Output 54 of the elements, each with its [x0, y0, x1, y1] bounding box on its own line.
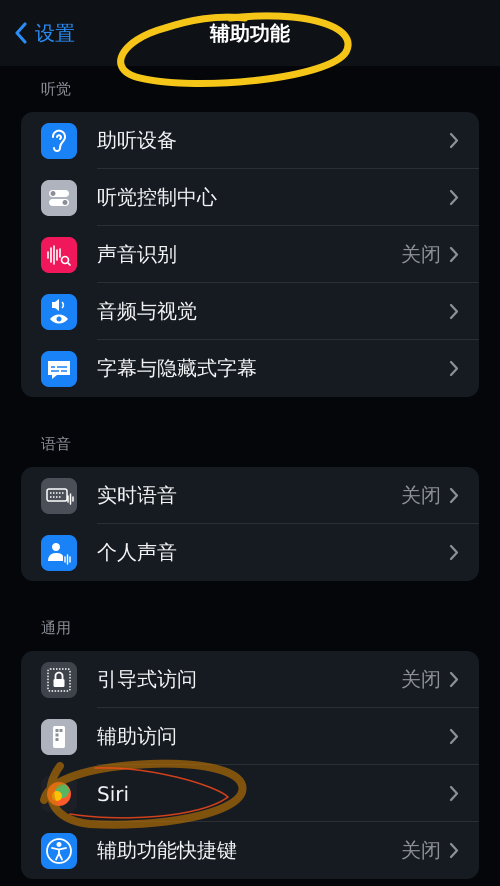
settings-row[interactable]: 音频与视觉	[21, 283, 479, 340]
lock-icon	[41, 662, 77, 698]
row-label: 音频与视觉	[97, 298, 198, 325]
row-label: 声音识别	[97, 241, 178, 268]
chevron-icon	[449, 189, 459, 206]
settings-row[interactable]: 引导式访问 关闭	[21, 651, 479, 708]
waveform-icon	[41, 236, 77, 272]
row-label: 个人声音	[97, 539, 178, 566]
row-value: 关闭	[401, 837, 441, 864]
chevron-icon	[449, 785, 459, 802]
settings-row[interactable]: 辅助访问	[21, 708, 479, 765]
toggles-icon	[41, 180, 77, 216]
settings-row[interactable]: 个人声音	[21, 524, 479, 581]
row-label: 实时语音	[97, 482, 178, 509]
remote-icon	[41, 718, 77, 754]
settings-row[interactable]: 声音识别 关闭	[21, 226, 479, 283]
chevron-icon	[449, 487, 459, 504]
chevron-icon	[449, 132, 459, 149]
chevron-icon	[449, 360, 459, 377]
chevron-icon	[449, 246, 459, 263]
row-label: 辅助访问	[97, 723, 178, 750]
settings-row[interactable]: 辅助功能快捷键 关闭	[21, 822, 479, 879]
settings-row[interactable]: 字幕与隐藏式字幕	[21, 340, 479, 397]
settings-row[interactable]: 实时语音 关闭	[21, 467, 479, 524]
settings-row[interactable]: 助听设备	[21, 112, 479, 169]
row-value: 关闭	[401, 666, 441, 693]
back-button[interactable]: 设置	[10, 20, 79, 46]
chevron-icon	[449, 728, 459, 745]
person-icon	[41, 534, 77, 570]
nav-title: 辅助功能	[210, 20, 290, 46]
row-value: 关闭	[401, 482, 441, 509]
captions-icon	[41, 350, 77, 386]
chevron-icon	[449, 671, 459, 688]
row-value: 关闭	[401, 241, 441, 268]
section-header: 语音	[40, 434, 72, 455]
row-label: Siri	[97, 782, 130, 806]
section-header: 通用	[40, 618, 72, 639]
settings-row[interactable]: 听觉控制中心	[21, 169, 479, 226]
accessibility-icon	[41, 832, 77, 868]
chevron-icon	[449, 544, 459, 561]
settings-row[interactable]: Siri	[21, 765, 479, 822]
row-label: 助听设备	[97, 127, 178, 154]
keyboard-icon	[41, 478, 77, 514]
orb-icon	[41, 776, 77, 812]
row-label: 听觉控制中心	[97, 184, 218, 211]
row-label: 字幕与隐藏式字幕	[97, 355, 258, 382]
speaker-icon	[41, 294, 77, 330]
chevron-icon	[449, 842, 459, 859]
row-label: 引导式访问	[97, 666, 198, 693]
back-chevron-icon	[14, 22, 27, 44]
section-header: 听觉	[40, 79, 72, 100]
row-label: 辅助功能快捷键	[97, 837, 238, 864]
chevron-icon	[449, 303, 459, 320]
ear-icon	[41, 122, 77, 158]
